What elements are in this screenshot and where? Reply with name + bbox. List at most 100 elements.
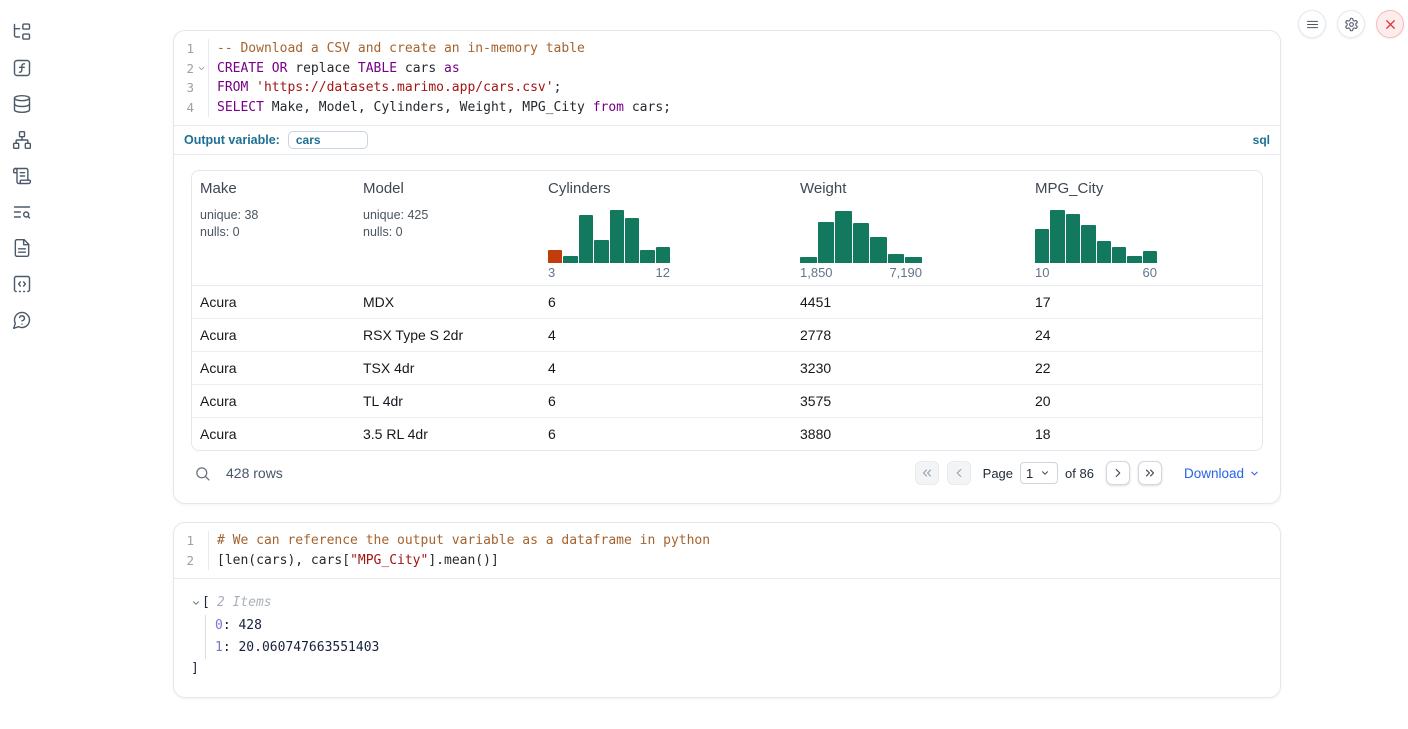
python-code-editor[interactable]: 1# We can reference the output variable … bbox=[174, 523, 1280, 578]
histogram-bars bbox=[548, 208, 670, 263]
table-row: AcuraRSX Type S 2dr4277824 bbox=[192, 318, 1262, 351]
sidebar-function-square-button[interactable] bbox=[12, 58, 32, 78]
page-select[interactable]: 1 bbox=[1020, 462, 1058, 484]
histogram-bar bbox=[800, 257, 817, 263]
download-button[interactable]: Download bbox=[1184, 466, 1260, 481]
code-token: cars; bbox=[624, 100, 671, 115]
histogram-min-label: 3 bbox=[548, 265, 555, 281]
sidebar-help-button[interactable] bbox=[12, 310, 32, 330]
line-number: 2 bbox=[174, 59, 194, 79]
download-label: Download bbox=[1184, 466, 1244, 481]
histogram-max-label: 12 bbox=[656, 265, 670, 281]
next-page-button[interactable] bbox=[1106, 461, 1130, 485]
column-header-mpg_city[interactable]: MPG_City1060 bbox=[1027, 171, 1262, 285]
table-cell: 4451 bbox=[792, 286, 1027, 318]
code-line: 3FROM 'https://datasets.marimo.app/cars.… bbox=[174, 78, 1280, 98]
search-icon[interactable] bbox=[194, 465, 211, 482]
column-header-cylinders[interactable]: Cylinders312 bbox=[540, 171, 792, 285]
histogram-bars bbox=[800, 208, 922, 263]
sidebar-log-search-button[interactable] bbox=[12, 202, 32, 222]
table-row: AcuraMDX6445117 bbox=[192, 286, 1262, 318]
table-footer: 428 rows Page 1 of 86 Download bbox=[191, 451, 1263, 495]
column-name: Weight bbox=[800, 180, 1019, 197]
code-token: Make, Model, Cylinders, Weight, MPG_City bbox=[264, 100, 593, 115]
table-cell: 6 bbox=[540, 418, 792, 450]
sidebar-file-tree-button[interactable] bbox=[12, 22, 32, 42]
tree-close-bracket: ] bbox=[191, 659, 1263, 679]
table-cell: RSX Type S 2dr bbox=[355, 319, 540, 351]
histogram-min-label: 1,850 bbox=[800, 265, 833, 281]
column-histogram: 1,8507,190 bbox=[800, 208, 922, 281]
table-cell: MDX bbox=[355, 286, 540, 318]
sidebar-code-block-button[interactable] bbox=[12, 274, 32, 294]
column-header-model[interactable]: Modelunique: 425nulls: 0 bbox=[355, 171, 540, 285]
tree-items: 0: 4281: 20.060747663551403 bbox=[205, 615, 1263, 659]
code-text: CREATE OR replace TABLE cars as bbox=[208, 59, 1280, 79]
output-variable-input[interactable] bbox=[288, 131, 368, 149]
code-text: -- Download a CSV and create an in-memor… bbox=[208, 39, 1280, 59]
histogram-labels: 1060 bbox=[1035, 265, 1157, 281]
fold-spacer bbox=[194, 551, 208, 571]
code-token bbox=[248, 80, 256, 95]
histogram-bar bbox=[1050, 210, 1064, 263]
line-number: 1 bbox=[174, 39, 194, 59]
code-line: 4 SELECT Make, Model, Cylinders, Weight, … bbox=[174, 98, 1280, 118]
fold-spacer bbox=[194, 98, 208, 118]
menu-button[interactable] bbox=[1298, 10, 1326, 38]
pagination: Page 1 of 86 Download bbox=[915, 461, 1260, 485]
notebook-main: 1 -- Download a CSV and create an in-memo… bbox=[173, 30, 1281, 698]
sidebar-scroll-script-button[interactable] bbox=[12, 166, 32, 186]
python-cell: 1# We can reference the output variable … bbox=[173, 522, 1281, 698]
row-count: 428 rows bbox=[226, 465, 283, 481]
histogram-bars bbox=[1035, 208, 1157, 263]
code-text: # We can reference the output variable a… bbox=[208, 531, 1280, 551]
close-button[interactable] bbox=[1376, 10, 1404, 38]
language-badge: sql bbox=[1253, 133, 1270, 147]
fold-chevron-icon[interactable] bbox=[194, 59, 208, 79]
sidebar-database-button[interactable] bbox=[12, 94, 32, 114]
table-body: AcuraMDX6445117AcuraRSX Type S 2dr427782… bbox=[192, 286, 1262, 450]
table-cell: 24 bbox=[1027, 319, 1262, 351]
column-summary: 3 12 bbox=[548, 207, 784, 281]
page-of-label: of 86 bbox=[1065, 466, 1094, 481]
settings-button[interactable] bbox=[1337, 10, 1365, 38]
histogram-bar bbox=[818, 222, 835, 263]
table-cell: 3230 bbox=[792, 352, 1027, 384]
table-cell: 20 bbox=[1027, 385, 1262, 417]
line-gutter: 1 bbox=[174, 39, 208, 59]
last-page-button[interactable] bbox=[1138, 461, 1162, 485]
sidebar-dependency-graph-button[interactable] bbox=[12, 130, 32, 150]
column-header-weight[interactable]: Weight 1,8507,190 bbox=[792, 171, 1027, 285]
column-stats: unique: 38nulls: 0 bbox=[200, 207, 258, 241]
code-token: SELECT bbox=[217, 100, 264, 115]
chevrons-left-icon bbox=[920, 466, 934, 480]
histogram-bar bbox=[594, 240, 608, 263]
log-search-icon bbox=[12, 209, 32, 226]
histogram-max-label: 60 bbox=[1143, 265, 1157, 281]
scroll-script-icon bbox=[12, 173, 32, 190]
line-gutter: 4 bbox=[174, 98, 208, 118]
database-icon bbox=[12, 101, 32, 118]
chevron-right-icon bbox=[1111, 466, 1125, 480]
sql-code-editor[interactable]: 1 -- Download a CSV and create an in-memo… bbox=[174, 31, 1280, 125]
code-token: cars bbox=[397, 61, 444, 76]
tree-entry-value: 428 bbox=[238, 618, 261, 633]
line-gutter: 1 bbox=[174, 531, 208, 551]
histogram-bar bbox=[1127, 256, 1141, 263]
code-line: 1# We can reference the output variable … bbox=[174, 531, 1280, 551]
first-page-button[interactable] bbox=[915, 461, 939, 485]
histogram-bar bbox=[905, 257, 922, 263]
code-token: as bbox=[444, 61, 460, 76]
table-cell: 4 bbox=[540, 319, 792, 351]
sidebar-document-button[interactable] bbox=[12, 238, 32, 258]
histogram-bar bbox=[1112, 247, 1126, 264]
histogram-bar bbox=[610, 210, 624, 263]
tree-entry: 1: 20.060747663551403 bbox=[215, 637, 1263, 659]
column-header-make[interactable]: Makeunique: 38nulls: 0 bbox=[192, 171, 355, 285]
previous-page-button[interactable] bbox=[947, 461, 971, 485]
python-cell-output: [ 2 Items 0: 4281: 20.060747663551403 ] bbox=[174, 579, 1280, 697]
histogram-labels: 1,8507,190 bbox=[800, 265, 922, 281]
code-token: FROM bbox=[217, 80, 248, 95]
column-summary: 1,8507,190 bbox=[800, 207, 1019, 281]
collapse-chevron-icon[interactable] bbox=[191, 598, 201, 608]
